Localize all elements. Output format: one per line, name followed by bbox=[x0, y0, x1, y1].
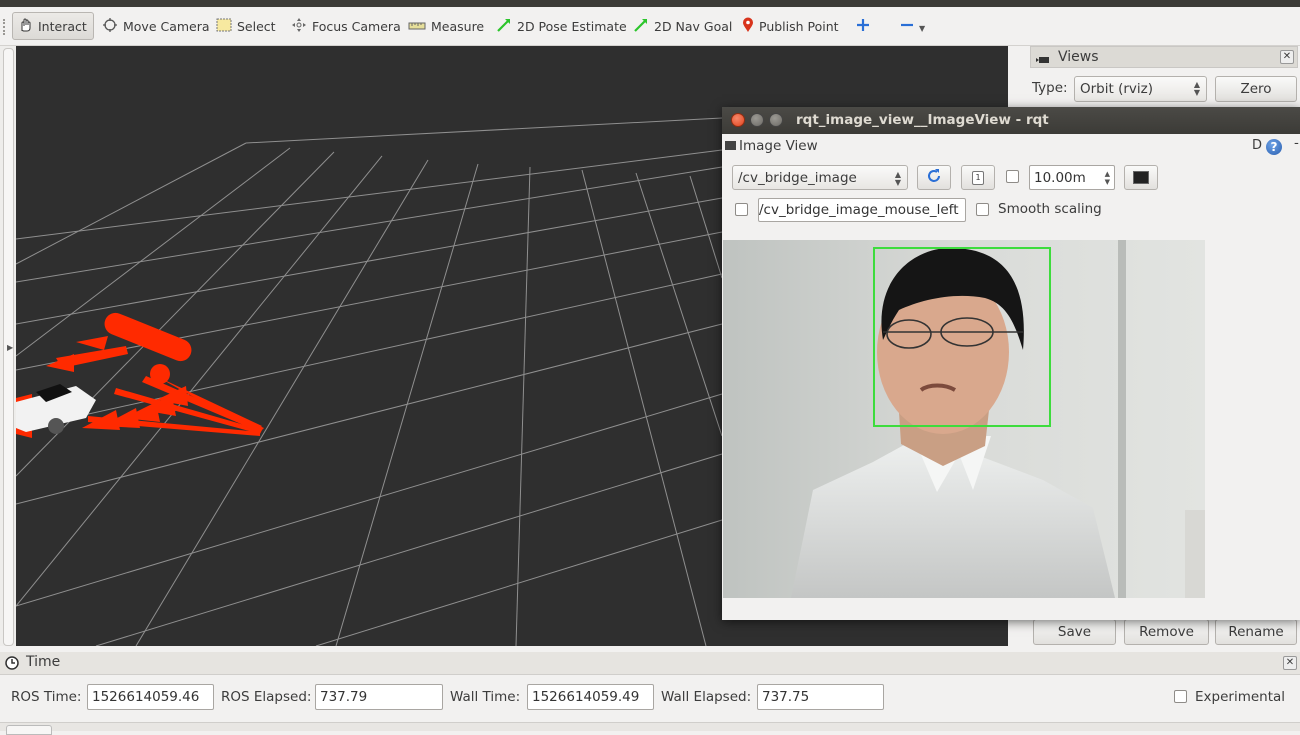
wall-time-label: Wall Time: bbox=[450, 689, 521, 705]
camera-image[interactable] bbox=[723, 240, 1205, 598]
dynamic-range-checkbox[interactable] bbox=[1006, 170, 1019, 183]
wall-elapsed-value: 737.75 bbox=[762, 689, 810, 705]
main-toolbar: Interact Move Camera Select Focus Camera… bbox=[0, 7, 1300, 46]
toolbar-grip[interactable] bbox=[3, 19, 9, 35]
close-plugin-icon[interactable]: - bbox=[1294, 135, 1299, 151]
minus-icon bbox=[900, 18, 914, 35]
robot-model-with-pose-arrows bbox=[16, 312, 264, 438]
interact-tool-button[interactable]: Interact bbox=[12, 12, 94, 40]
ros-time-value: 1526614059.46 bbox=[92, 689, 200, 705]
remove-tool-menu-button[interactable]: ▼ bbox=[896, 12, 929, 40]
rqt-image-view-window: rqt_image_view__ImageView - rqt Image Vi… bbox=[722, 107, 1300, 620]
hand-pointer-icon bbox=[17, 17, 33, 36]
maximize-window-icon[interactable] bbox=[769, 113, 783, 127]
views-panel-title: Views bbox=[1058, 49, 1099, 65]
select-label: Select bbox=[237, 18, 276, 34]
views-panel-header[interactable]: Views ✕ bbox=[1030, 46, 1298, 68]
rename-view-button[interactable]: Rename bbox=[1215, 619, 1297, 645]
plugin-title: Image View bbox=[739, 138, 818, 154]
move-camera-icon bbox=[102, 17, 118, 36]
nav-goal-tool-button[interactable]: 2D Nav Goal bbox=[629, 12, 736, 40]
wall-time-field[interactable]: 1526614059.49 bbox=[527, 684, 654, 710]
ros-time-label: ROS Time: bbox=[11, 689, 82, 705]
ros-elapsed-value: 737.79 bbox=[320, 689, 368, 705]
spinner-arrows-icon: ▲ ▼ bbox=[1104, 170, 1110, 186]
wall-elapsed-field[interactable]: 737.75 bbox=[757, 684, 884, 710]
move-camera-label: Move Camera bbox=[123, 18, 210, 34]
refresh-topics-button[interactable] bbox=[917, 165, 951, 190]
focus-crosshair-icon bbox=[291, 17, 307, 36]
save-view-button[interactable]: Save bbox=[1033, 619, 1116, 645]
view-type-value: Orbit (rviz) bbox=[1080, 81, 1153, 97]
map-pin-icon bbox=[742, 17, 754, 36]
save-image-button[interactable] bbox=[1124, 165, 1158, 190]
window-titlebar bbox=[0, 0, 1300, 7]
focus-camera-label: Focus Camera bbox=[312, 18, 401, 34]
smooth-scaling-label: Smooth scaling bbox=[998, 201, 1102, 217]
smooth-scaling-checkbox[interactable] bbox=[976, 203, 989, 216]
zero-button[interactable]: Zero bbox=[1215, 76, 1297, 102]
clock-icon bbox=[5, 656, 19, 674]
rqt-titlebar[interactable]: rqt_image_view__ImageView - rqt bbox=[722, 107, 1300, 134]
time-panel-title: Time bbox=[26, 654, 61, 670]
green-arrow-icon bbox=[496, 17, 512, 36]
ros-elapsed-label: ROS Elapsed: bbox=[221, 689, 312, 705]
pose-estimate-tool-button[interactable]: 2D Pose Estimate bbox=[492, 12, 631, 40]
wall-time-value: 1526614059.49 bbox=[532, 689, 640, 705]
max-range-spinbox[interactable]: 10.00m ▲ ▼ bbox=[1029, 165, 1115, 190]
move-camera-tool-button[interactable]: Move Camera bbox=[98, 12, 214, 40]
refresh-icon bbox=[926, 168, 942, 188]
publish-mouse-checkbox[interactable] bbox=[735, 203, 748, 216]
pose-estimate-label: 2D Pose Estimate bbox=[517, 18, 627, 34]
publish-point-tool-button[interactable]: Publish Point bbox=[738, 12, 843, 40]
measure-tool-button[interactable]: Measure bbox=[404, 12, 488, 40]
camera-icon bbox=[1036, 53, 1050, 63]
minimize-window-icon[interactable] bbox=[750, 113, 764, 127]
green-arrow-icon bbox=[633, 17, 649, 36]
close-window-icon[interactable] bbox=[731, 113, 745, 127]
image-view-plugin-icon bbox=[725, 141, 736, 150]
view-type-select[interactable]: Orbit (rviz) ▲ ▼ bbox=[1074, 76, 1207, 102]
interact-label: Interact bbox=[38, 18, 87, 34]
select-tool-button[interactable]: Select bbox=[212, 12, 280, 40]
spinner-arrows-icon: ▲ ▼ bbox=[894, 170, 901, 187]
ros-time-field[interactable]: 1526614059.46 bbox=[87, 684, 214, 710]
help-icon[interactable]: ? bbox=[1266, 139, 1282, 155]
mouse-topic-field[interactable]: /cv_bridge_image_mouse_left bbox=[758, 198, 966, 222]
zoom-1-button[interactable]: 1 bbox=[961, 165, 995, 190]
mouse-topic-value: /cv_bridge_image_mouse_left bbox=[759, 202, 959, 218]
view-type-label: Type: bbox=[1032, 80, 1068, 96]
remove-view-button[interactable]: Remove bbox=[1124, 619, 1209, 645]
experimental-checkbox[interactable] bbox=[1174, 690, 1187, 703]
image-topic-select[interactable]: /cv_bridge_image ▲ ▼ bbox=[732, 165, 908, 190]
image-topic-value: /cv_bridge_image bbox=[738, 169, 857, 186]
close-icon[interactable]: ✕ bbox=[1283, 656, 1297, 670]
wall-elapsed-label: Wall Elapsed: bbox=[661, 689, 752, 705]
nav-goal-label: 2D Nav Goal bbox=[654, 18, 733, 34]
reset-button[interactable] bbox=[6, 725, 52, 735]
time-panel-header[interactable]: Time ✕ bbox=[0, 652, 1300, 675]
collapse-left-arrow-icon[interactable]: ▶ bbox=[7, 343, 13, 352]
publish-point-label: Publish Point bbox=[759, 18, 839, 34]
measure-label: Measure bbox=[431, 18, 485, 34]
add-tool-button[interactable] bbox=[852, 12, 874, 40]
dock-d-icon[interactable]: D bbox=[1252, 138, 1262, 153]
save-as-image-icon bbox=[1133, 171, 1149, 184]
plus-icon bbox=[856, 18, 870, 35]
camera-image-content bbox=[723, 240, 1205, 598]
zoom-original-icon: 1 bbox=[972, 170, 984, 185]
ros-elapsed-field[interactable]: 737.79 bbox=[315, 684, 443, 710]
select-box-icon bbox=[216, 18, 232, 35]
ruler-icon bbox=[408, 19, 426, 34]
max-range-value: 10.00m bbox=[1034, 169, 1086, 186]
close-icon[interactable]: ✕ bbox=[1280, 50, 1294, 64]
spinner-arrows-icon: ▲ ▼ bbox=[1193, 80, 1200, 97]
focus-camera-tool-button[interactable]: Focus Camera bbox=[287, 12, 405, 40]
experimental-label: Experimental bbox=[1195, 689, 1286, 705]
rqt-window-title: rqt_image_view__ImageView - rqt bbox=[796, 112, 1049, 128]
chevron-down-icon: ▼ bbox=[919, 23, 926, 33]
